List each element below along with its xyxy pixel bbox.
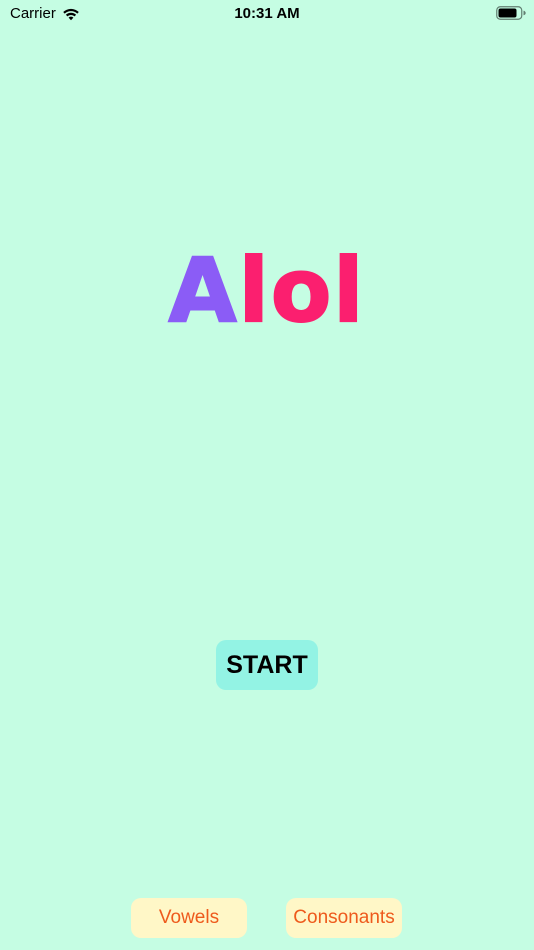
logo-letter-a: A (168, 238, 239, 343)
consonants-button-label: Consonants (293, 907, 395, 928)
consonants-button[interactable]: Consonants (286, 898, 402, 938)
vowels-button-label: Vowels (158, 907, 220, 928)
status-time: 10:31 AM (234, 5, 300, 22)
status-bar: Carrier 10:31 AM (0, 0, 534, 28)
logo-letters-rest: lol (238, 238, 366, 343)
app-logo: Alol (0, 236, 534, 346)
start-button-label: START (226, 650, 308, 679)
vowels-button[interactable]: Vowels (131, 898, 247, 938)
battery-icon (496, 6, 526, 20)
start-button[interactable]: START (216, 640, 318, 690)
